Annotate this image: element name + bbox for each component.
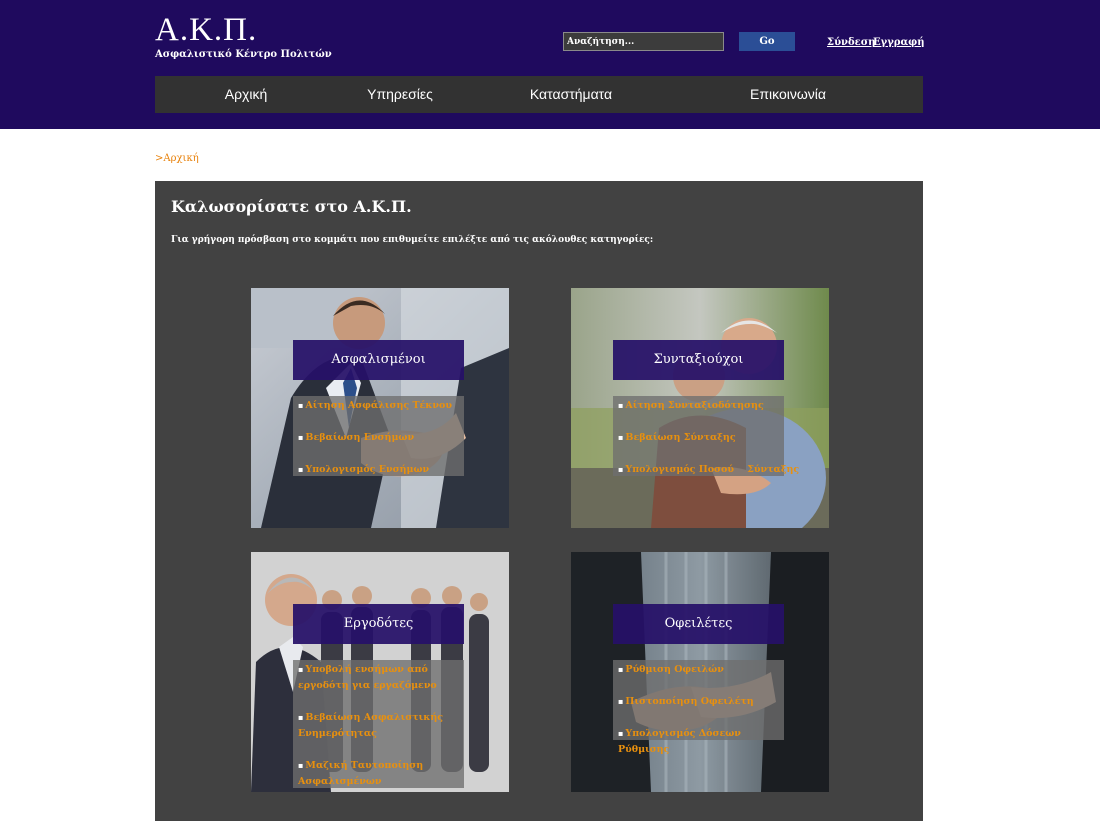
main-content: Καλωσορίσατε στο Α.Κ.Π. Για γρήγορη πρόσ… (155, 181, 923, 821)
nav-item-services[interactable]: Υπηρεσίες (367, 76, 433, 113)
intro-text: Για γρήγορη πρόσβαση στο κομμάτι που επι… (171, 235, 654, 245)
page-title: Καλωσορίσατε στο Α.Κ.Π. (171, 197, 412, 216)
category-card-employers: Εργοδότες Υποβολή ενσήμων από εργοδότη γ… (251, 552, 509, 792)
link-stamps-calculation[interactable]: Υπολογισμός Ενσήμων (298, 461, 463, 478)
category-card-insured: Ασφαλισμένοι Αίτηση Ασφάλισης Τέκνου Βεβ… (251, 288, 509, 528)
main-nav: Αρχική Υπηρεσίες Καταστήματα Επικοινωνία (155, 76, 923, 113)
card-title-debtors[interactable]: Οφειλέτες (613, 604, 784, 644)
link-installments-calculation[interactable]: Υπολογισμός Δόσεων Ρύθμισης (618, 725, 783, 758)
card-title-pensioners[interactable]: Συνταξιούχοι (613, 340, 784, 380)
link-debt-settlement[interactable]: Ρύθμιση Οφειλών (618, 661, 783, 678)
link-debtor-certification[interactable]: Πιστοποίηση Οφειλέτη (618, 693, 783, 710)
link-insurance-clearance-certificate[interactable]: Βεβαίωση Ασφαλιστικής Ενημερότητας (298, 709, 463, 742)
go-button[interactable]: Go (739, 32, 795, 51)
card-links-pensioners: Αίτηση Συνταξιοδότησης Βεβαίωση Σύνταξης… (613, 396, 799, 478)
card-links-employers: Υποβολή ενσήμων από εργοδότη για εργαζόμ… (293, 660, 464, 788)
logo-title[interactable]: Α.Κ.Π. (155, 12, 257, 48)
card-title-employers[interactable]: Εργοδότες (293, 604, 464, 644)
nav-item-stores[interactable]: Καταστήματα (530, 76, 612, 113)
link-stamps-certificate[interactable]: Βεβαίωση Ενσήμων (298, 429, 463, 446)
link-child-insurance-application[interactable]: Αίτηση Ασφάλισης Τέκνου (298, 397, 463, 414)
breadcrumb[interactable]: >Αρχική (155, 153, 199, 164)
link-retirement-application[interactable]: Αίτηση Συνταξιοδότησης (618, 397, 783, 414)
logo-subtitle: Ασφαλιστικό Κέντρο Πολιτών (155, 49, 332, 60)
link-employer-stamps-submission[interactable]: Υποβολή ενσήμων από εργοδότη για εργαζόμ… (298, 661, 463, 694)
card-links-insured: Αίτηση Ασφάλισης Τέκνου Βεβαίωση Ενσήμων… (293, 396, 464, 476)
link-pension-certificate[interactable]: Βεβαίωση Σύνταξης (618, 429, 783, 446)
login-link[interactable]: Σύνδεση (827, 37, 875, 48)
search-input[interactable] (563, 32, 724, 51)
site-header: Α.Κ.Π. Ασφαλιστικό Κέντρο Πολιτών Go Σύν… (0, 0, 1100, 129)
nav-item-home[interactable]: Αρχική (225, 76, 268, 113)
nav-item-contact[interactable]: Επικοινωνία (750, 76, 826, 113)
category-card-debtors: Οφειλέτες Ρύθμιση Οφειλών Πιστοποίηση Οφ… (571, 552, 829, 792)
card-title-insured[interactable]: Ασφαλισμένοι (293, 340, 464, 380)
card-links-debtors: Ρύθμιση Οφειλών Πιστοποίηση Οφειλέτη Υπο… (613, 660, 784, 755)
link-bulk-insured-identification[interactable]: Μαζική Ταυτοποίηση Ασφαλισμένων (298, 757, 463, 790)
register-link[interactable]: Εγγραφή (873, 37, 925, 48)
category-card-pensioners: Συνταξιούχοι Αίτηση Συνταξιοδότησης Βεβα… (571, 288, 829, 528)
link-pension-calculation[interactable]: Υπολογισμός Ποσού Σύνταξης (618, 461, 799, 478)
